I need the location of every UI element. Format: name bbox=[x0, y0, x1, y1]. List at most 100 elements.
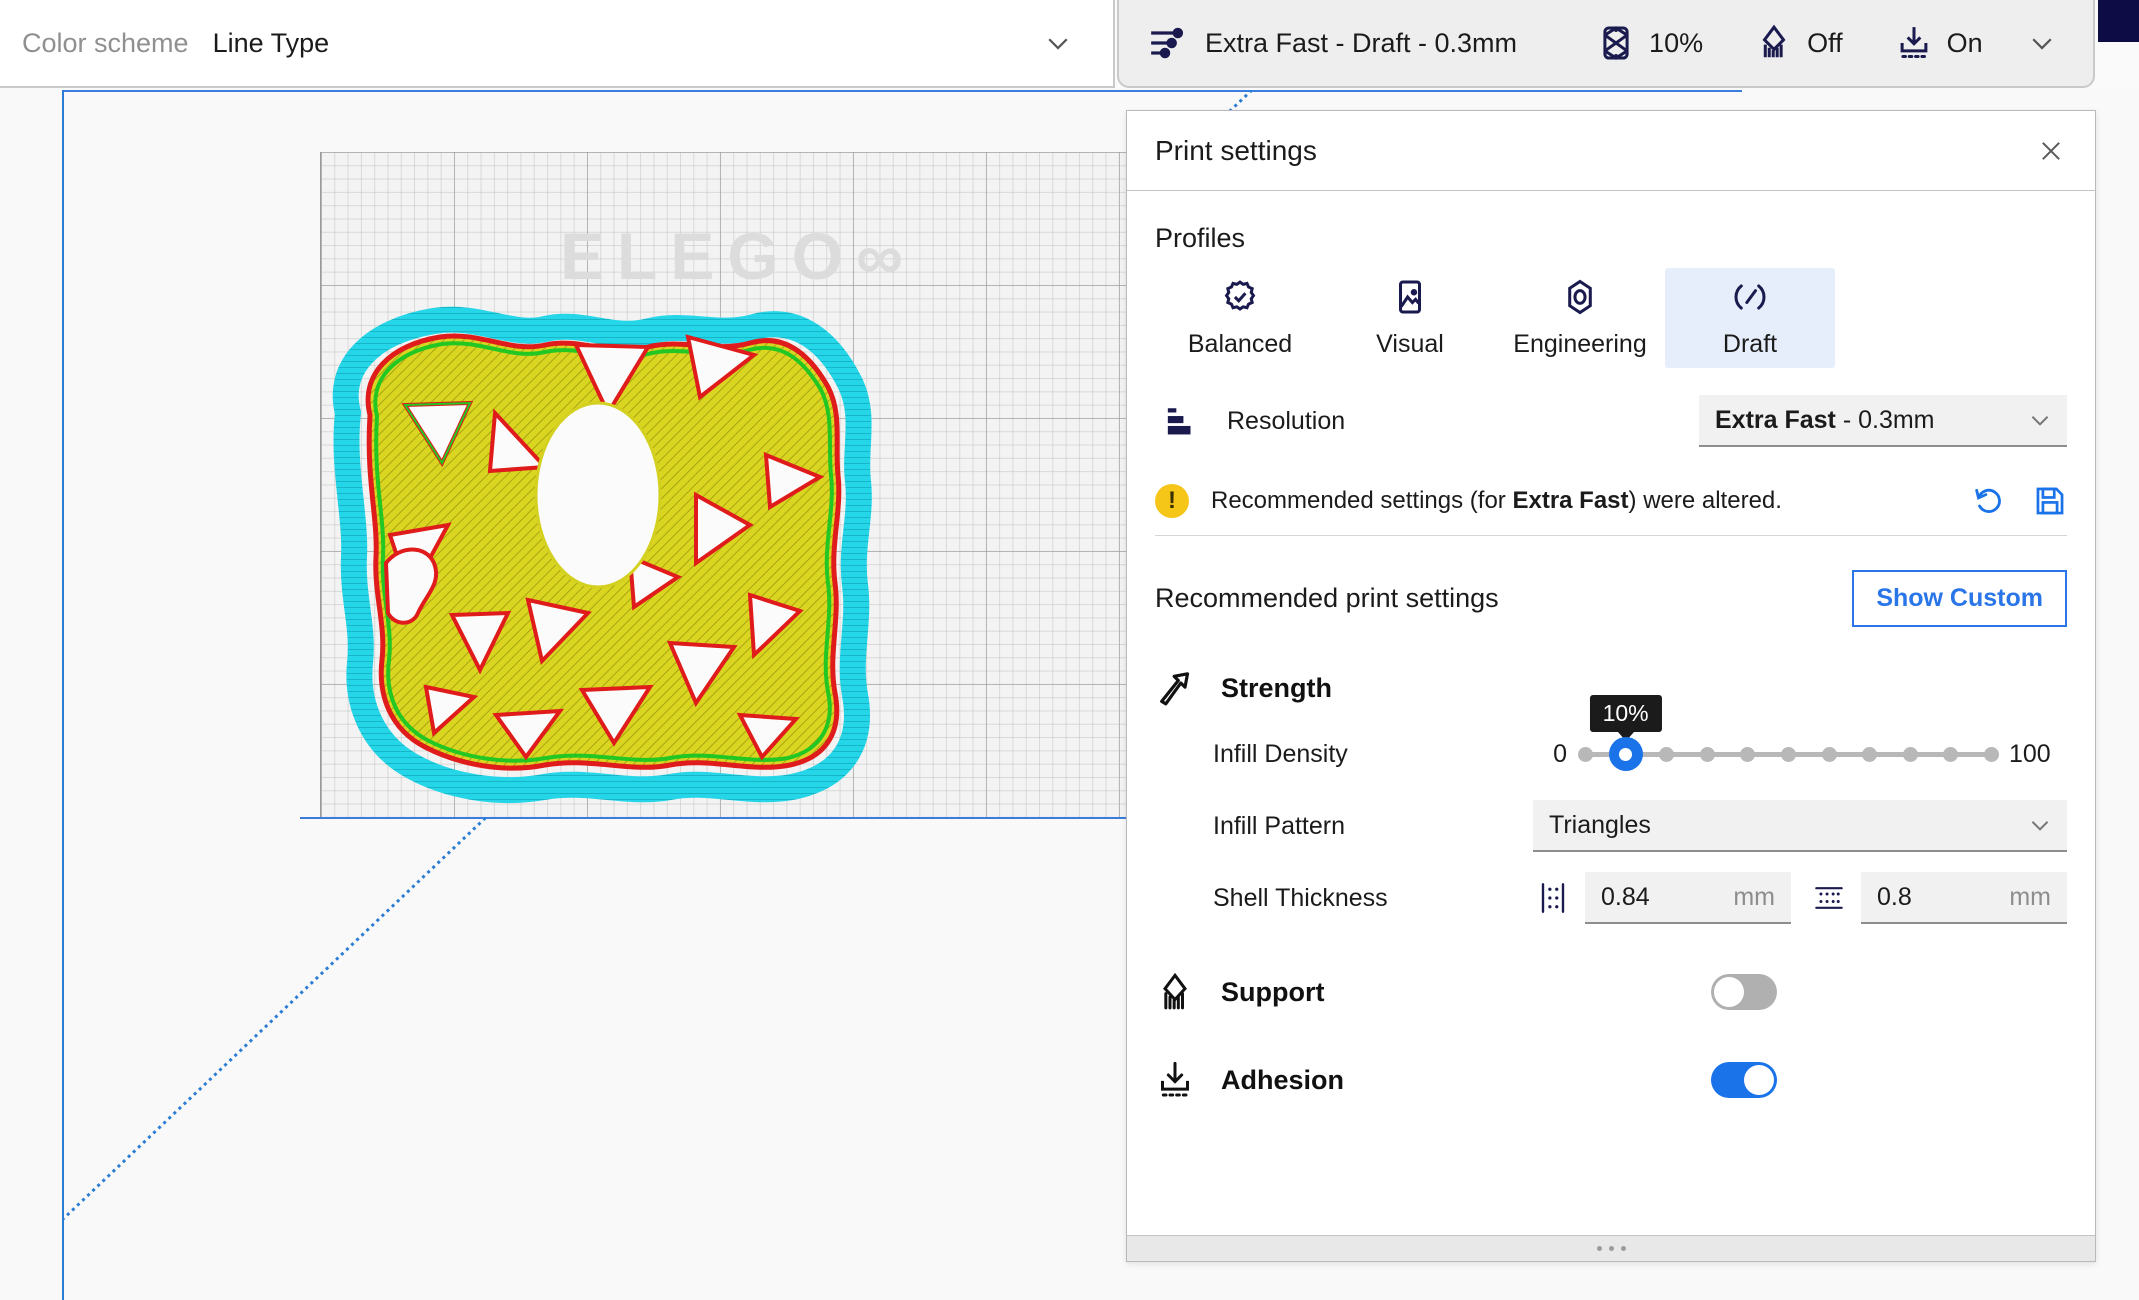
warning-text: Recommended settings (for Extra Fast) we… bbox=[1211, 486, 1782, 514]
infill-density-knob[interactable] bbox=[1608, 737, 1643, 771]
adhesion-title: Adhesion bbox=[1221, 1064, 1345, 1095]
infill-pattern-value: Triangles bbox=[1549, 810, 1651, 839]
save-icon[interactable] bbox=[2033, 484, 2067, 518]
support-icon[interactable] bbox=[1755, 24, 1793, 62]
infill-value: 10% bbox=[1649, 27, 1704, 58]
undo-icon[interactable] bbox=[1971, 484, 2005, 518]
slider-tick[interactable] bbox=[1821, 747, 1837, 762]
window-corner-accent bbox=[2098, 0, 2139, 42]
sliders-icon[interactable] bbox=[1147, 23, 1187, 63]
profile-label: Visual bbox=[1376, 329, 1444, 358]
wall-thickness-value: 0.84 bbox=[1601, 882, 1650, 911]
altered-settings-warning: ! Recommended settings (for Extra Fast) … bbox=[1155, 466, 2067, 536]
print-settings-panel: Print settings Profiles Balanced Visual … bbox=[1126, 110, 2096, 1262]
print-settings-header: Print settings bbox=[1127, 111, 2095, 191]
top-bottom-thickness-icon bbox=[1809, 881, 1849, 915]
resolution-value-bold: Extra Fast bbox=[1715, 405, 1836, 434]
exclamation-icon: ! bbox=[1155, 483, 1189, 518]
slider-tick[interactable] bbox=[1578, 747, 1593, 762]
support-group-header: Support bbox=[1155, 965, 2067, 1019]
resolution-select[interactable]: Extra Fast - 0.3mm bbox=[1699, 395, 2067, 447]
profile-engineering[interactable]: Engineering bbox=[1495, 268, 1665, 368]
resize-grip-icon bbox=[1596, 1246, 1626, 1251]
profile-summary-label: Extra Fast - Draft - 0.3mm bbox=[1205, 27, 1518, 58]
chevron-down-icon bbox=[2027, 407, 2053, 433]
image-icon bbox=[1391, 278, 1429, 316]
slider-tick[interactable] bbox=[1699, 747, 1715, 762]
adhesion-toggle[interactable] bbox=[1711, 1062, 1777, 1098]
resolution-value-rest: - 0.3mm bbox=[1835, 405, 1935, 434]
infill-density-max: 100 bbox=[2009, 739, 2051, 768]
panel-title: Print settings bbox=[1155, 134, 1317, 166]
wall-thickness-icon bbox=[1533, 881, 1573, 915]
wall-thickness-item: 0.84 mm bbox=[1533, 872, 1791, 924]
infill-density-min: 0 bbox=[1553, 739, 1567, 768]
support-title: Support bbox=[1221, 976, 1325, 1007]
application-window: ELEGO∞ Color scheme Line Type Extra Fast… bbox=[0, 0, 2139, 1300]
profile-label: Draft bbox=[1722, 329, 1778, 358]
top-bottom-thickness-field[interactable]: 0.8 mm bbox=[1861, 872, 2067, 924]
strength-title: Strength bbox=[1221, 672, 1332, 703]
slider-tick[interactable] bbox=[1740, 747, 1756, 762]
top-bottom-thickness-unit: mm bbox=[2009, 882, 2051, 911]
print-summary-toolbar[interactable]: Extra Fast - Draft - 0.3mm 10% Off On bbox=[1117, 0, 2095, 88]
adhesion-value: On bbox=[1946, 27, 1983, 58]
profile-draft[interactable]: Draft bbox=[1665, 268, 1835, 368]
profile-label: Engineering bbox=[1513, 329, 1647, 358]
show-custom-button[interactable]: Show Custom bbox=[1852, 570, 2067, 627]
infill-icon[interactable] bbox=[1597, 24, 1635, 62]
profiles-label: Profiles bbox=[1155, 223, 1246, 253]
slider-tick[interactable] bbox=[1781, 747, 1796, 762]
build-plate-back-edge bbox=[62, 90, 1742, 92]
infill-pattern-row: Infill Pattern Triangles bbox=[1155, 793, 2067, 859]
recommended-settings-header: Recommended print settings Show Custom bbox=[1155, 570, 2067, 627]
infill-density-label: Infill Density bbox=[1213, 739, 1348, 768]
sliced-model-preview[interactable] bbox=[330, 295, 990, 855]
support-icon bbox=[1155, 972, 1213, 1012]
chevron-down-icon[interactable] bbox=[1043, 28, 1073, 58]
close-icon[interactable] bbox=[2037, 137, 2065, 165]
top-bottom-thickness-value: 0.8 bbox=[1877, 882, 1912, 911]
adhesion-icon[interactable] bbox=[1895, 24, 1933, 62]
chevron-down-icon bbox=[2027, 812, 2053, 838]
infill-density-row: Infill Density 0 10% 100 bbox=[1155, 695, 2067, 787]
adhesion-group-header: Adhesion bbox=[1155, 1053, 2067, 1107]
build-plate-left-edge bbox=[62, 90, 64, 1300]
panel-resize-handle[interactable] bbox=[1127, 1235, 2095, 1261]
infill-pattern-label: Infill Pattern bbox=[1213, 811, 1346, 840]
recommended-settings-title: Recommended print settings bbox=[1155, 583, 1499, 613]
nut-icon bbox=[1561, 278, 1599, 316]
slider-tick[interactable] bbox=[1984, 747, 1999, 762]
color-scheme-toolbar[interactable]: Color scheme Line Type bbox=[0, 0, 1115, 88]
layers-icon bbox=[1155, 404, 1209, 438]
adhesion-icon bbox=[1155, 1060, 1213, 1100]
slider-tick[interactable] bbox=[1902, 747, 1918, 762]
color-scheme-value[interactable]: Line Type bbox=[213, 28, 330, 59]
profile-label: Balanced bbox=[1187, 329, 1293, 358]
wall-thickness-unit: mm bbox=[1733, 882, 1775, 911]
support-value: Off bbox=[1807, 27, 1843, 58]
profile-balanced[interactable]: Balanced bbox=[1155, 268, 1325, 368]
profiles-row: Balanced Visual Engineering Draft bbox=[1155, 268, 2067, 368]
slider-tick[interactable] bbox=[1862, 747, 1878, 762]
slider-tick[interactable] bbox=[1943, 747, 1959, 762]
support-toggle[interactable] bbox=[1711, 974, 1777, 1010]
elegoo-brand-logo: ELEGO∞ bbox=[560, 219, 903, 293]
infill-density-slider[interactable]: 10% bbox=[1578, 695, 1999, 771]
strength-icon bbox=[1155, 668, 1213, 708]
color-scheme-label: Color scheme bbox=[22, 27, 189, 58]
profile-visual[interactable]: Visual bbox=[1325, 268, 1495, 368]
gear-check-icon bbox=[1221, 278, 1259, 316]
center-hole bbox=[534, 401, 662, 589]
infill-pattern-select[interactable]: Triangles bbox=[1533, 800, 2067, 852]
print-settings-body: Profiles Balanced Visual Engineering Dra… bbox=[1127, 191, 2095, 1235]
chevron-down-icon[interactable] bbox=[2027, 28, 2057, 58]
slider-tick[interactable] bbox=[1659, 747, 1675, 762]
shell-thickness-row: Shell Thickness 0.84 mm 0.8 mm bbox=[1155, 865, 2067, 931]
speedometer-icon bbox=[1731, 278, 1769, 316]
shell-thickness-label: Shell Thickness bbox=[1213, 883, 1388, 912]
resolution-label: Resolution bbox=[1227, 406, 1346, 435]
resolution-row: Resolution Extra Fast - 0.3mm bbox=[1155, 390, 2067, 452]
wall-thickness-field[interactable]: 0.84 mm bbox=[1585, 872, 1791, 924]
top-bottom-thickness-item: 0.8 mm bbox=[1809, 872, 2067, 924]
